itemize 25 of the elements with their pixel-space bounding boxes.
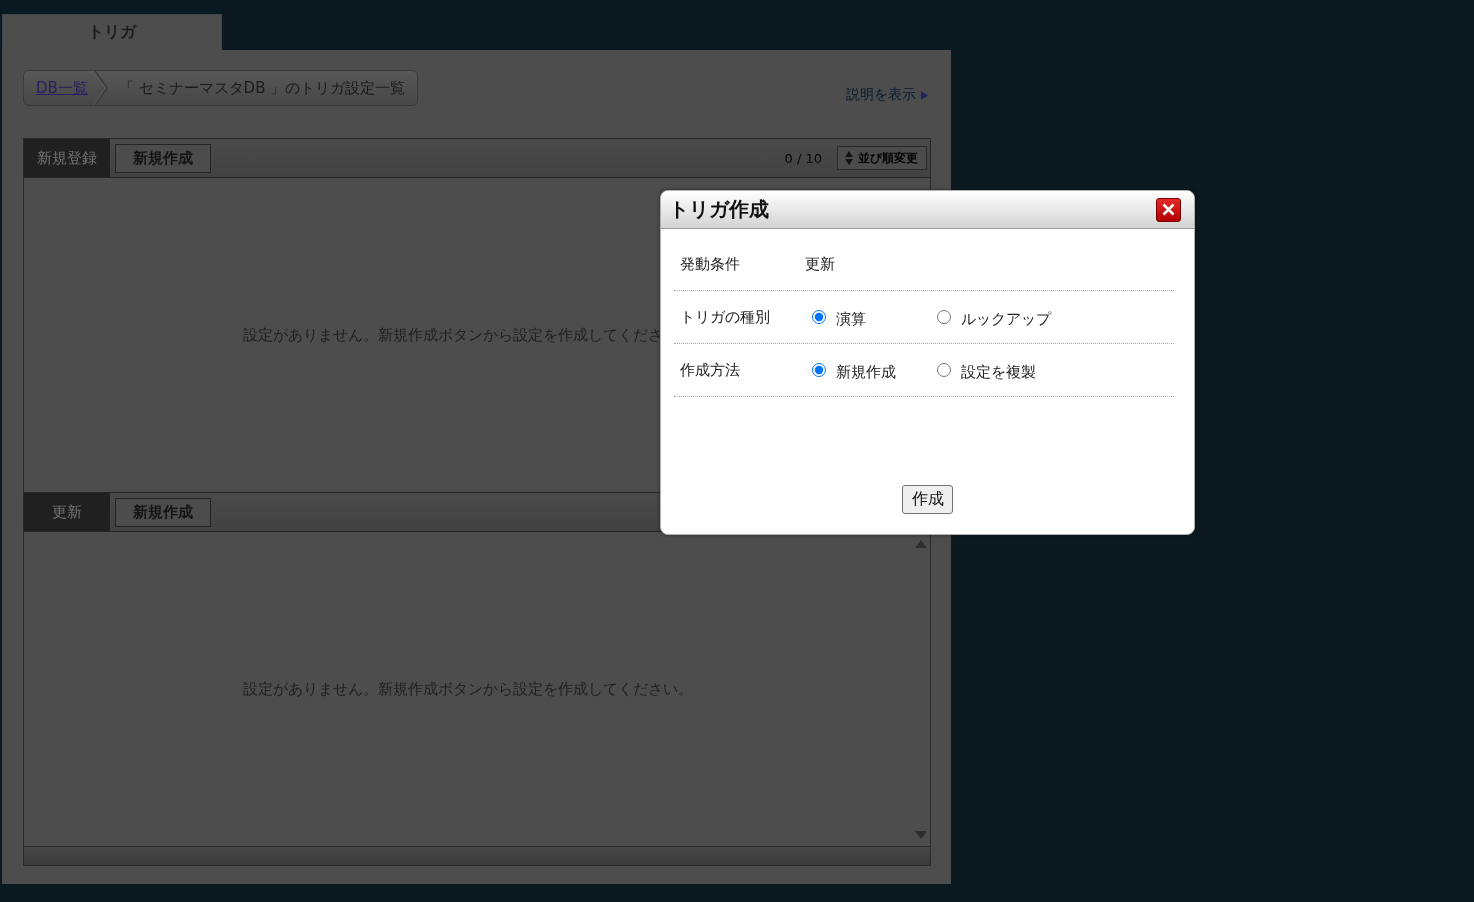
- section-label: 更新: [24, 493, 110, 531]
- radio-button[interactable]: [937, 310, 951, 324]
- section-label: 新規登録: [24, 139, 110, 177]
- field-label: 作成方法: [680, 360, 741, 380]
- radio-button[interactable]: [937, 363, 951, 377]
- radio-label[interactable]: 演算: [836, 305, 866, 329]
- item-count: 0 / 10: [784, 150, 822, 166]
- new-button[interactable]: 新規作成: [115, 497, 211, 527]
- help-link[interactable]: 説明を表示: [846, 86, 928, 104]
- radio-button[interactable]: [812, 310, 826, 324]
- triangle-right-icon: [921, 90, 928, 100]
- radio-label[interactable]: 新規作成: [836, 358, 896, 382]
- close-button[interactable]: [1156, 197, 1181, 222]
- field-label: トリガの種別: [680, 307, 771, 327]
- close-icon: [1162, 203, 1175, 216]
- field-label: 発動条件: [680, 254, 741, 274]
- radio-button[interactable]: [812, 363, 826, 377]
- sort-button[interactable]: 並び順変更: [837, 146, 927, 170]
- create-button[interactable]: 作成: [902, 485, 953, 514]
- radio-label[interactable]: ルックアップ: [961, 305, 1051, 329]
- radio-label[interactable]: 設定を複製: [961, 358, 1036, 382]
- new-button[interactable]: 新規作成: [115, 143, 211, 173]
- sort-icon: [845, 151, 853, 165]
- field-value: 更新: [805, 254, 835, 274]
- dialog-title: トリガ作成: [669, 196, 769, 223]
